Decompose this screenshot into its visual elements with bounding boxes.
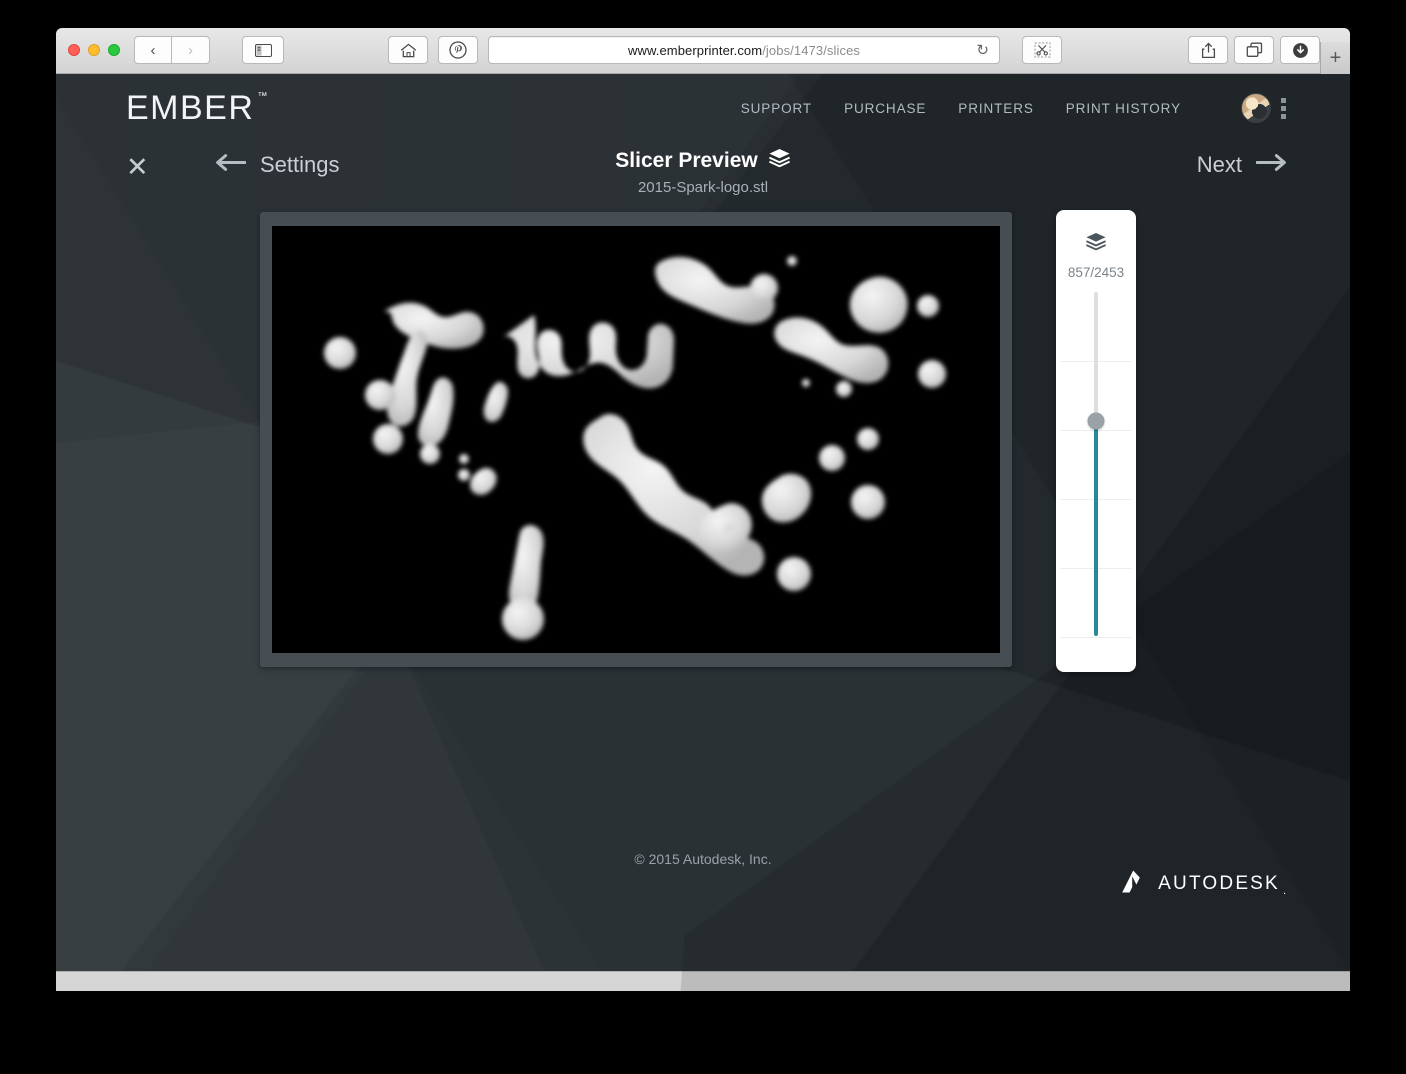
browser-toolbar: ‹ › www.emberprinter.com/jobs/1473/slice… <box>56 28 1350 74</box>
layers-icon <box>768 148 791 174</box>
horizontal-scrollbar[interactable] <box>56 971 1350 991</box>
back-to-settings-button[interactable]: Settings <box>216 152 340 178</box>
page-title: Slicer Preview <box>615 148 790 174</box>
kebab-menu-icon[interactable] <box>1281 97 1286 119</box>
pinterest-icon[interactable] <box>438 36 478 64</box>
stage: 857/2453 <box>56 210 1350 682</box>
layers-stack-icon <box>1056 210 1136 256</box>
slice-image <box>272 226 1000 653</box>
browser-window: ‹ › www.emberprinter.com/jobs/1473/slice… <box>56 28 1350 991</box>
registered-mark: . <box>1282 885 1286 897</box>
nav-item-printers[interactable]: PRINTERS <box>958 101 1033 116</box>
download-icon[interactable] <box>1280 36 1320 64</box>
autodesk-mark-icon <box>1121 869 1149 899</box>
slicer-preview-frame <box>260 212 1012 667</box>
close-icon[interactable]: ✕ <box>126 154 156 181</box>
back-icon[interactable]: ‹ <box>134 36 172 64</box>
forward-icon[interactable]: › <box>172 36 210 64</box>
tabs-icon[interactable] <box>1234 36 1274 64</box>
url-path: /jobs/1473/slices <box>762 42 861 58</box>
window-controls <box>68 44 120 56</box>
page-content: EMBER ™ SUPPORT PURCHASE PRINTERS PRINT … <box>56 74 1350 991</box>
slider-tick <box>1060 637 1132 638</box>
url-domain: www.emberprinter.com <box>627 42 763 58</box>
url-bar[interactable]: www.emberprinter.com/jobs/1473/slices ↻ <box>488 36 1000 64</box>
user-area <box>1241 93 1286 123</box>
slice-canvas[interactable] <box>272 226 1000 653</box>
layer-slider-panel: 857/2453 <box>1056 210 1136 672</box>
home-icon[interactable] <box>388 36 428 64</box>
slider-track-filled <box>1094 421 1098 636</box>
nav-item-print-history[interactable]: PRINT HISTORY <box>1066 101 1181 116</box>
main-navigation: SUPPORT PURCHASE PRINTERS PRINT HISTORY <box>741 93 1286 123</box>
next-label: Next <box>1196 152 1242 177</box>
arrow-left-icon <box>216 154 247 176</box>
reload-icon[interactable]: ↻ <box>976 42 989 60</box>
next-button[interactable]: Next <box>1197 152 1286 178</box>
slider-handle[interactable] <box>1087 412 1105 430</box>
url-text: www.emberprinter.com/jobs/1473/slices <box>628 43 860 58</box>
layer-counter: 857/2453 <box>1067 265 1125 280</box>
nav-item-support[interactable]: SUPPORT <box>741 101 812 116</box>
trademark-symbol: ™ <box>257 90 268 102</box>
autodesk-wordmark: AUTODESK <box>1158 873 1280 894</box>
page-title-text: Slicer Preview <box>615 149 758 172</box>
close-window-button[interactable] <box>68 44 80 56</box>
ember-logo-text: EMBER <box>126 88 255 127</box>
footer: © 2015 Autodesk, Inc. AUTODESK . <box>56 851 1350 971</box>
slider-track-empty <box>1094 292 1098 422</box>
navigation-buttons: ‹ › <box>134 36 210 64</box>
avatar[interactable] <box>1241 93 1271 123</box>
layer-slider[interactable] <box>1056 292 1136 662</box>
sidebar-icon[interactable] <box>242 36 284 64</box>
nav-item-purchase[interactable]: PURCHASE <box>844 101 926 116</box>
back-label: Settings <box>260 152 340 177</box>
arrow-right-icon <box>1255 154 1286 176</box>
scissors-icon[interactable] <box>1022 36 1062 64</box>
share-icon[interactable] <box>1188 36 1228 64</box>
app-bar: ✕ Settings Slicer Preview 2015-Spark-log… <box>56 142 1350 212</box>
file-name: 2015-Spark-logo.stl <box>637 179 769 196</box>
new-tab-button[interactable]: + <box>1320 42 1350 74</box>
copyright-text: © 2015 Autodesk, Inc. <box>634 851 772 867</box>
autodesk-logo: AUTODESK . <box>1121 869 1286 899</box>
site-header: EMBER ™ SUPPORT PURCHASE PRINTERS PRINT … <box>56 74 1350 142</box>
ember-logo[interactable]: EMBER ™ <box>126 88 267 128</box>
maximize-window-button[interactable] <box>108 44 120 56</box>
minimize-window-button[interactable] <box>88 44 100 56</box>
